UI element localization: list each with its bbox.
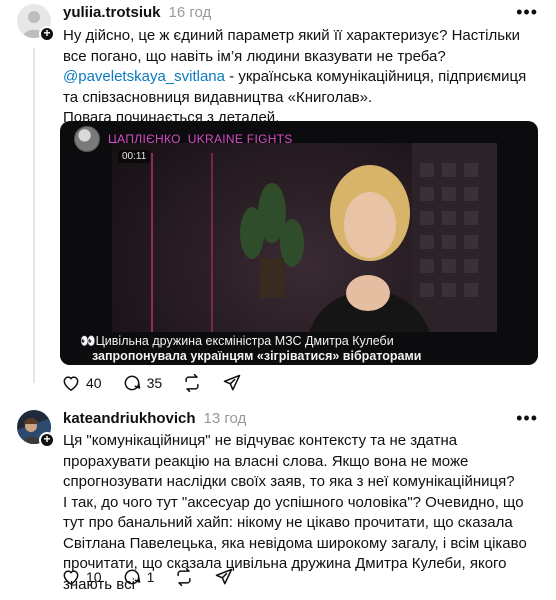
post-2: + kateandriukhovich 13 год ••• Ця "комун… — [0, 400, 556, 600]
repost-button[interactable] — [182, 373, 202, 393]
username[interactable]: yuliia.trotsiuk — [63, 4, 161, 21]
post-time: 13 год — [203, 410, 247, 427]
more-options-button[interactable]: ••• — [516, 2, 538, 23]
repost-icon — [185, 373, 199, 393]
follow-plus-icon[interactable]: + — [39, 432, 55, 448]
comment-icon — [124, 569, 140, 585]
like-button[interactable]: 10 — [61, 567, 102, 587]
author-avatar-1[interactable]: + — [17, 4, 55, 42]
like-button[interactable]: 40 — [61, 373, 102, 393]
channel-avatar — [74, 126, 100, 152]
follow-plus-icon[interactable]: + — [39, 26, 55, 42]
caption-line-2: запропонувала українцям «зігріватися» ві… — [92, 349, 422, 363]
repost-icon — [177, 567, 191, 587]
comment-icon — [124, 375, 140, 391]
post-paragraph: Ця "комунікаційниця" не відчуває контекс… — [63, 432, 515, 490]
reply-count: 35 — [146, 375, 163, 391]
post-actions: 40 35 — [61, 373, 242, 393]
heart-icon — [63, 570, 79, 585]
embedded-media[interactable]: ЦАПЛІЄНКО_UKRAINE FIGHTS 00:11 👀Цивільна… — [60, 121, 538, 365]
reply-button[interactable]: 35 — [122, 373, 163, 393]
thread-line — [33, 48, 35, 383]
post-header: kateandriukhovich 13 год — [63, 410, 246, 432]
media-caption: 👀Цивільна дружина ексміністра МЗС Дмитра… — [60, 332, 538, 365]
post-header: yuliia.trotsiuk 16 год — [63, 4, 211, 26]
post-paragraph: Ну дійсно, це ж єдиний параметр який її … — [63, 27, 520, 65]
author-avatar-2[interactable]: + — [17, 410, 55, 448]
username[interactable]: kateandriukhovich — [63, 410, 196, 427]
repost-button[interactable] — [174, 567, 194, 587]
post-body: Ну дійсно, це ж єдиний параметр який її … — [63, 26, 543, 129]
like-count: 40 — [86, 375, 102, 391]
reply-count: 1 — [146, 569, 155, 585]
reply-button[interactable]: 1 — [122, 567, 155, 587]
mention-link[interactable]: @paveletskaya_svitlana — [63, 68, 225, 85]
post-1: + yuliia.trotsiuk 16 год ••• Ну дійсно, … — [0, 0, 556, 400]
like-count: 10 — [86, 569, 102, 585]
video-duration: 00:11 — [118, 150, 151, 163]
more-options-button[interactable]: ••• — [516, 408, 538, 429]
share-button[interactable] — [214, 567, 234, 587]
post-paragraph: @paveletskaya_svitlana - українська кому… — [63, 67, 543, 108]
send-icon — [216, 568, 233, 585]
post-actions: 10 1 — [61, 567, 234, 587]
caption-line-1: 👀Цивільна дружина ексміністра МЗС Дмитра… — [80, 334, 394, 348]
post-time: 16 год — [168, 4, 212, 21]
send-icon — [223, 374, 241, 391]
share-button[interactable] — [222, 373, 242, 393]
heart-icon — [63, 376, 79, 391]
